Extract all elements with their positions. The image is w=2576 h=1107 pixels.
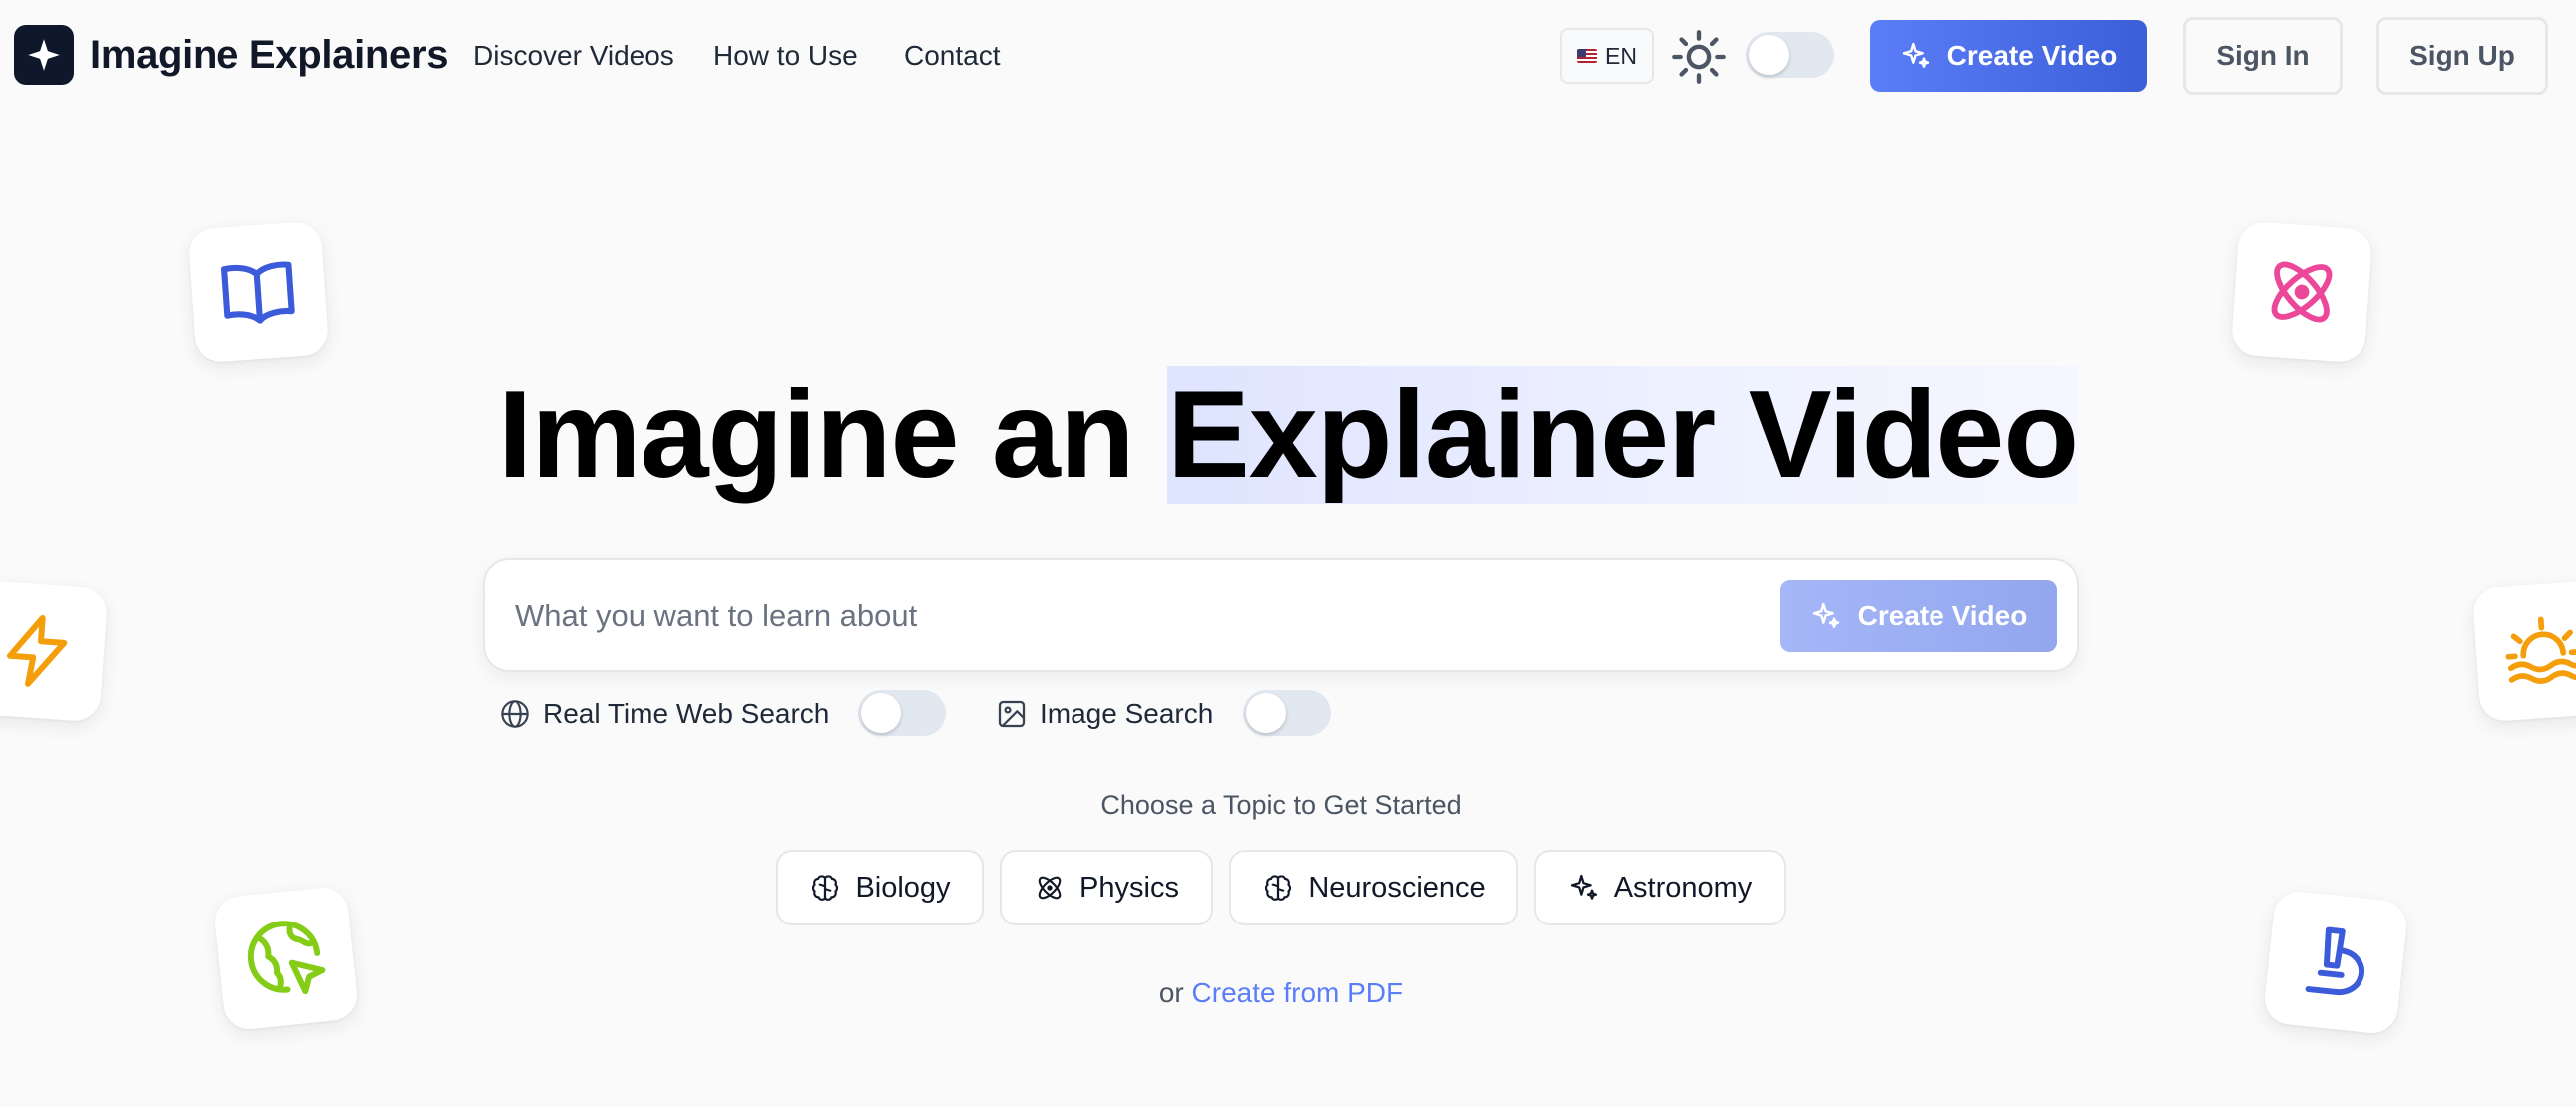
topic-chip-biology[interactable]: Biology xyxy=(776,850,984,925)
pdf-prefix: or xyxy=(1158,977,1184,1008)
headline-highlight: Explainer Video xyxy=(1167,366,2079,504)
logo-sparkle-icon[interactable] xyxy=(14,25,74,85)
sign-up-button[interactable]: Sign Up xyxy=(2376,17,2548,95)
headline-prefix: Imagine an xyxy=(497,366,1168,504)
topic-chip-astronomy[interactable]: Astronomy xyxy=(1534,850,1786,925)
brand-name[interactable]: Imagine Explainers xyxy=(90,30,449,80)
pdf-option: or Create from PDF xyxy=(0,975,2562,1011)
language-code: EN xyxy=(1605,42,1637,69)
search-create-video-label: Create Video xyxy=(1857,600,2028,631)
search-bar: Create Video xyxy=(483,558,2079,672)
sparkles-icon xyxy=(1812,602,1839,628)
image-icon xyxy=(998,700,1026,728)
decor-card-sunrise xyxy=(2471,579,2576,723)
decor-card-lightning xyxy=(0,579,109,723)
create-from-pdf-link[interactable]: Create from PDF xyxy=(1192,977,1404,1008)
us-flag-icon xyxy=(1577,49,1598,63)
image-search-toggle[interactable] xyxy=(1243,690,1331,736)
atom-icon xyxy=(2271,261,2333,323)
brain-icon xyxy=(812,875,839,901)
decor-card-microscope xyxy=(2262,889,2409,1036)
image-search-label: Image Search xyxy=(1040,698,1214,729)
sparkles-icon xyxy=(1902,42,1929,68)
topic-label: Physics xyxy=(1079,871,1179,904)
topics-heading: Choose a Topic to Get Started xyxy=(1100,790,1462,820)
sun-icon[interactable] xyxy=(1670,28,1728,86)
sunrise-icon xyxy=(2505,616,2576,684)
decor-card-atom xyxy=(2230,220,2373,364)
toggle-knob xyxy=(1749,35,1789,75)
dark-mode-toggle[interactable] xyxy=(1746,32,1834,78)
topic-label: Neuroscience xyxy=(1308,871,1486,904)
brain-icon xyxy=(1265,875,1292,901)
create-video-label: Create Video xyxy=(1946,40,2118,71)
topic-chip-physics[interactable]: Physics xyxy=(1000,850,1213,925)
atom-icon xyxy=(1038,876,1062,900)
sign-in-button[interactable]: Sign In xyxy=(2183,17,2343,95)
topic-label: Biology xyxy=(855,871,951,904)
language-selector[interactable]: EN xyxy=(1560,28,1654,84)
nav-link-contact[interactable]: Contact xyxy=(904,38,1001,74)
image-search-option: Image Search xyxy=(996,694,1213,734)
top-navigation: Imagine Explainers Discover Videos How t… xyxy=(0,0,2576,112)
search-create-video-button[interactable]: Create Video xyxy=(1780,580,2057,652)
create-video-button[interactable]: Create Video xyxy=(1870,20,2147,92)
sparkles-icon xyxy=(1570,874,1597,900)
hero-headline: Imagine an Explainer Video xyxy=(0,365,2576,505)
lightning-icon xyxy=(6,614,68,687)
book-icon xyxy=(221,261,295,324)
decor-card-book xyxy=(187,220,330,364)
web-search-label: Real Time Web Search xyxy=(543,698,830,729)
web-search-option: Real Time Web Search xyxy=(499,694,829,734)
web-search-toggle[interactable] xyxy=(858,690,946,736)
toggle-knob xyxy=(1246,693,1286,733)
topic-chip-neuroscience[interactable]: Neuroscience xyxy=(1229,850,1518,925)
search-input[interactable] xyxy=(515,590,1712,642)
nav-link-discover-videos[interactable]: Discover Videos xyxy=(473,38,674,74)
topic-label: Astronomy xyxy=(1613,871,1753,904)
globe-icon xyxy=(501,700,529,728)
nav-link-how-to-use[interactable]: How to Use xyxy=(713,38,858,74)
toggle-knob xyxy=(861,693,901,733)
